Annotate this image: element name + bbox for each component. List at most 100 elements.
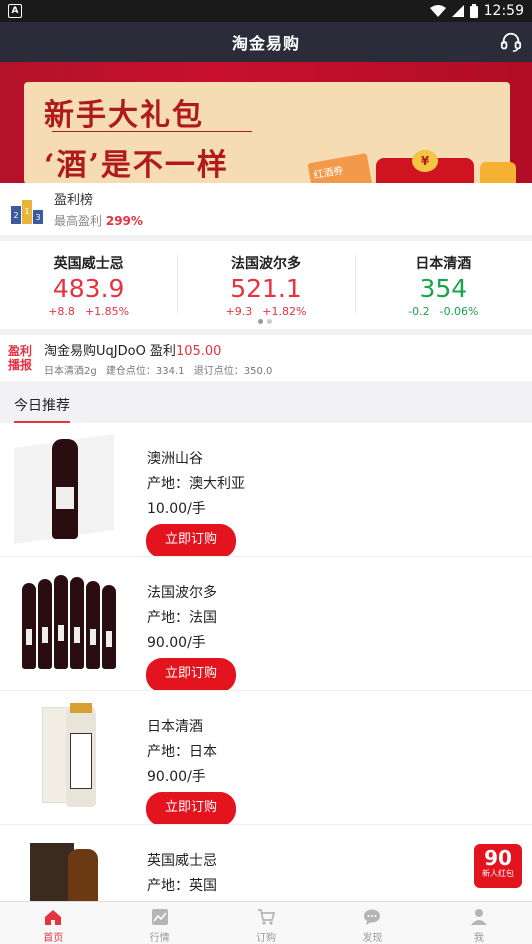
new-user-promo-badge[interactable]: 90 新人红包: [474, 844, 522, 888]
product-name: 英国威士忌: [147, 853, 217, 869]
tab-label: 首页: [43, 933, 64, 944]
podium-icon: 2 1 3: [11, 200, 43, 224]
wine-bottle: [86, 581, 100, 669]
chart-icon: [151, 909, 168, 925]
status-bar: A 12:59: [0, 0, 532, 22]
carousel-dot: [267, 319, 272, 324]
cart-icon: [258, 909, 276, 925]
product-name: 日本清酒: [147, 719, 203, 735]
quote-bordeaux[interactable]: 法国波尔多 521.1 +9.3 +1.82%: [177, 241, 354, 318]
quote-change-value: -0.2: [408, 305, 430, 318]
banner-headline: 新手大礼包: [44, 98, 204, 133]
order-button[interactable]: 立即订购: [146, 524, 236, 556]
broadcast-close: 退订点位：350.0: [193, 365, 273, 377]
tab-label: 行情: [149, 933, 170, 944]
quote-price: 521.1: [230, 274, 302, 303]
wine-bottle: [54, 575, 68, 669]
banner-divider: [52, 131, 252, 132]
carousel-dots: [258, 319, 272, 324]
product-origin: 产地：英国: [147, 878, 217, 894]
product-name: 法国波尔多: [147, 585, 217, 601]
status-icons: 12:59: [429, 3, 524, 19]
broadcast-item: 日本清酒2g: [44, 365, 97, 377]
product-price: 90.00/手: [147, 635, 206, 651]
red-packet: ¥ 160: [376, 150, 474, 183]
tab-discover[interactable]: 发现: [319, 902, 425, 944]
quote-name: 英国威士忌: [53, 256, 124, 272]
wine-bottle: [22, 583, 36, 669]
chat-icon: [364, 909, 381, 925]
tab-label: 订购: [256, 933, 277, 944]
clock: 12:59: [483, 3, 524, 19]
page-title: 淘金易购: [231, 34, 300, 53]
wine-bottle: [70, 577, 84, 669]
quote-name: 日本清酒: [415, 256, 472, 272]
profit-rank-title: 盈利榜: [54, 193, 94, 208]
wine-bottle: [102, 585, 116, 669]
wine-bottle: [52, 439, 78, 539]
quote-price: 354: [419, 274, 468, 303]
notification-icon: A: [8, 4, 22, 18]
broadcast-headline: 淘金易购UqJDoO 盈利105.00: [44, 340, 272, 359]
order-button[interactable]: 立即订购: [146, 792, 236, 824]
product-list: 澳洲山谷 产地：澳大利亚 10.00/手 立即订购 法国波尔多 产地：法国 90…: [0, 423, 532, 944]
quote-price: 483.9: [52, 274, 125, 303]
banner-subline: ‘酒’是不一样: [44, 148, 229, 183]
product-item[interactable]: 法国波尔多 产地：法国 90.00/手 立即订购: [0, 557, 532, 691]
promo-text: 新人红包: [482, 869, 514, 878]
product-image: [10, 703, 130, 813]
product-origin: 产地：法国: [147, 610, 217, 626]
tab-home[interactable]: 首页: [0, 902, 106, 944]
sake-cap: [70, 703, 92, 713]
profit-rank-row[interactable]: 2 1 3 盈利榜 最高盈利 299%: [0, 183, 532, 235]
product-item[interactable]: 澳洲山谷 产地：澳大利亚 10.00/手 立即订购: [0, 423, 532, 557]
market-quotes: 英国威士忌 483.9 +8.8 +1.85% 法国波尔多 521.1 +9.3 +…: [0, 241, 532, 329]
product-origin: 产地：澳大利亚: [147, 476, 245, 492]
quote-name: 法国波尔多: [230, 256, 301, 272]
svg-text:3: 3: [35, 213, 40, 222]
profit-rank-text: 盈利榜 最高盈利 299%: [54, 189, 143, 229]
quote-change: +9.3 +1.82%: [177, 305, 354, 318]
quote-change: +8.8 +1.85%: [0, 305, 177, 318]
recommend-section-header: 今日推荐: [0, 381, 532, 423]
wine-bottle: [38, 579, 52, 669]
order-button[interactable]: 立即订购: [146, 658, 236, 690]
broadcast-open: 建仓点位：334.1: [105, 365, 185, 377]
signal-icon: [451, 5, 464, 17]
profit-rank-subtitle: 最高盈利 299%: [54, 212, 143, 229]
product-item[interactable]: 日本清酒 产地：日本 90.00/手 立即订购: [0, 691, 532, 825]
wifi-icon: [429, 5, 446, 17]
battery-icon: [469, 4, 478, 18]
product-origin: 产地：日本: [147, 744, 217, 760]
nav-bar: 淘金易购: [0, 22, 532, 62]
tab-order[interactable]: 订购: [213, 902, 319, 944]
quote-change: -0.2 -0.06%: [355, 305, 532, 318]
quote-change-percent: -0.06%: [439, 305, 479, 318]
quote-sake[interactable]: 日本清酒 354 -0.2 -0.06%: [354, 241, 532, 318]
person-icon: [470, 909, 487, 925]
sake-bottle: [66, 703, 96, 807]
max-profit-value: 299%: [105, 214, 143, 228]
broadcast-details: 日本清酒2g 建仓点位：334.1 退订点位：350.0: [44, 362, 272, 377]
svg-text:2: 2: [13, 211, 18, 220]
home-icon: [45, 910, 62, 925]
headset-icon[interactable]: [500, 31, 522, 53]
tab-label: 发现: [362, 933, 383, 944]
tab-me[interactable]: 我: [426, 902, 532, 944]
sake-label: [70, 733, 92, 789]
product-image: [10, 433, 130, 545]
product-price: 90.00/手: [147, 769, 206, 785]
bottom-tab-bar: 首页 行情 订购 发现 我: [0, 901, 532, 944]
quote-whisky[interactable]: 英国威士忌 483.9 +8.8 +1.85%: [0, 241, 177, 318]
yuan-coin-icon: ¥: [412, 150, 438, 172]
product-image: [10, 569, 130, 679]
carousel-dot-active: [258, 319, 263, 324]
tab-label: 我: [473, 933, 484, 944]
red-packet-amount: 160: [400, 180, 433, 183]
promo-number: 90: [484, 846, 512, 870]
tab-market[interactable]: 行情: [106, 902, 212, 944]
profit-broadcast[interactable]: 盈利播报 淘金易购UqJDoO 盈利105.00 日本清酒2g 建仓点位：334…: [0, 335, 532, 381]
product-name: 澳洲山谷: [147, 451, 203, 467]
promo-banner[interactable]: 新手大礼包 ‘酒’是不一样 红酒券 ¥ 160: [0, 62, 532, 183]
app-screen: A 12:59 淘金易购 新手大礼包 ‘酒’是不一样 红酒券 ¥ 160: [0, 0, 532, 944]
